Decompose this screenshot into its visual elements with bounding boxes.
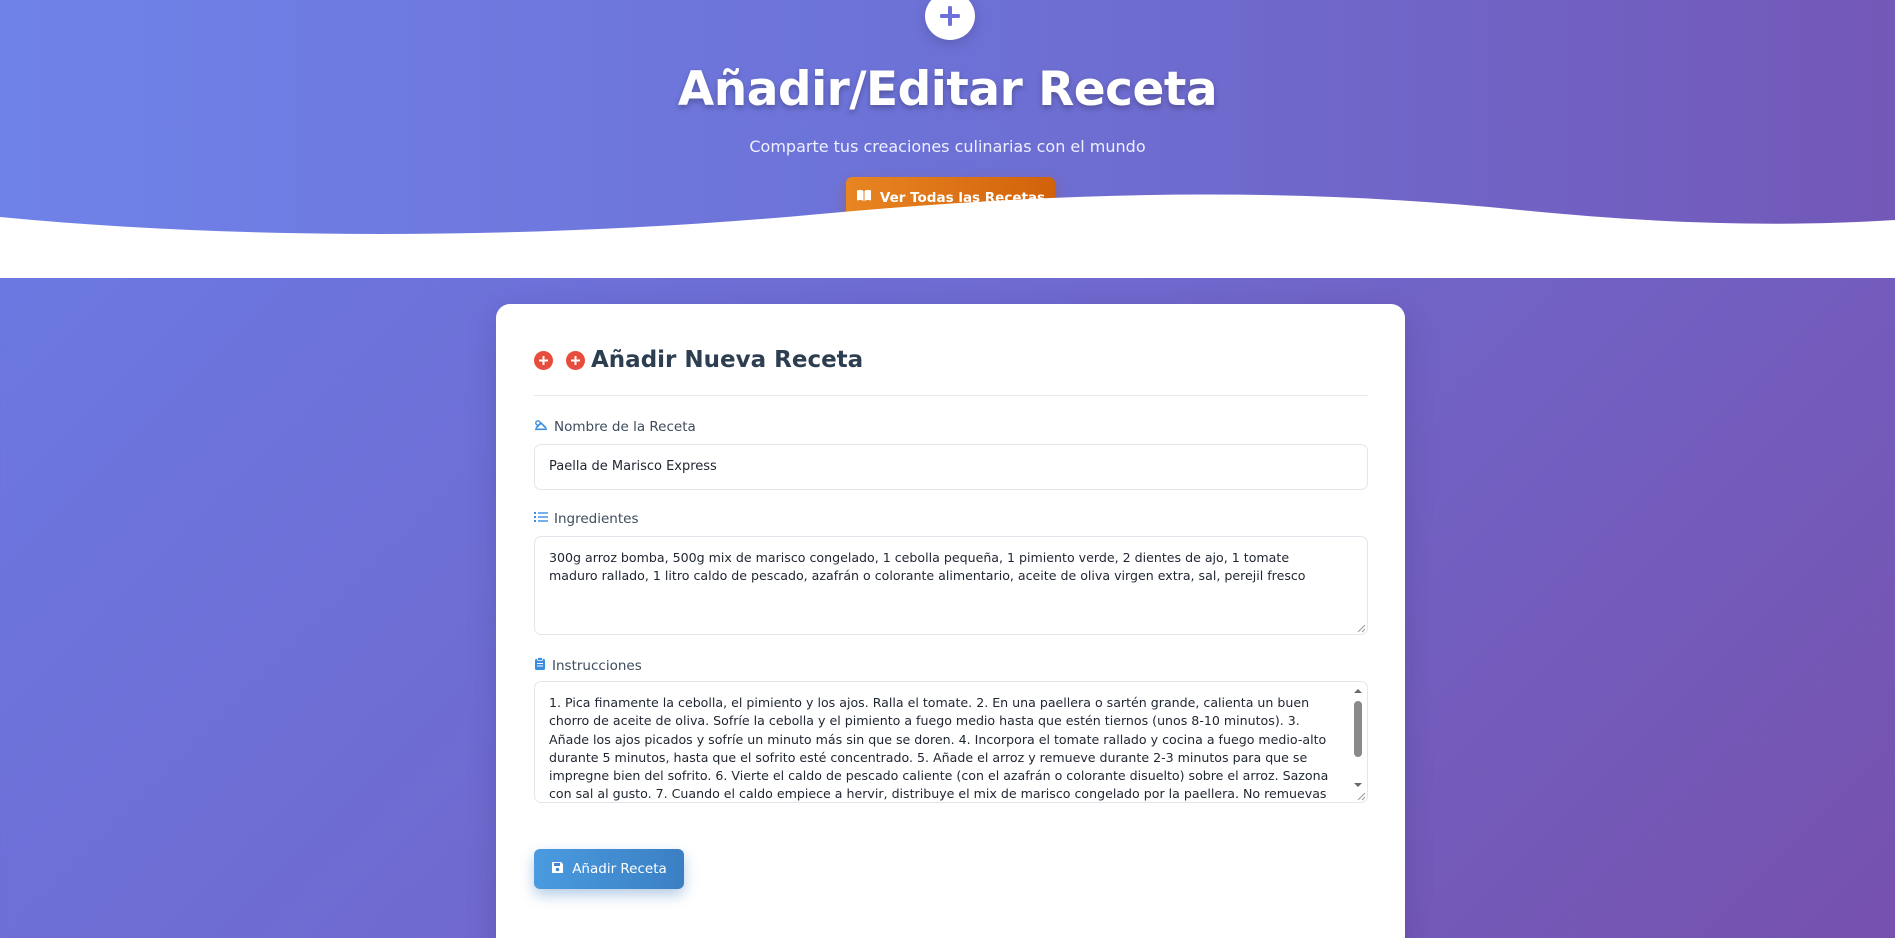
page-subtitle: Comparte tus creaciones culinarias con e… — [749, 137, 1146, 156]
instructions-scrollbar[interactable] — [1351, 684, 1365, 802]
add-recipe-label: Añadir Receta — [572, 861, 667, 877]
instructions-label: Instrucciones — [534, 657, 642, 674]
instructions-label-text: Instrucciones — [552, 657, 642, 674]
plus-icon — [925, 0, 975, 40]
save-icon — [551, 861, 564, 878]
add-recipe-button[interactable]: Añadir Receta — [534, 849, 684, 889]
scrollbar-thumb[interactable] — [1354, 701, 1362, 757]
ingredients-textarea[interactable]: 300g arroz bomba, 500g mix de marisco co… — [534, 536, 1368, 635]
hero-header: Añadir/Editar Receta Comparte tus creaci… — [0, 0, 1895, 278]
plus-circle-icon — [534, 351, 553, 370]
hero-wave-divider — [0, 194, 1895, 278]
resize-handle-icon[interactable] — [1354, 789, 1366, 801]
instructions-value: 1. Pica finamente la cebolla, el pimient… — [549, 695, 1329, 802]
plus-circle-icon — [566, 351, 585, 370]
list-icon — [534, 511, 548, 527]
ingredients-label-text: Ingredientes — [554, 511, 639, 527]
instructions-textarea[interactable]: 1. Pica finamente la cebolla, el pimient… — [534, 681, 1368, 803]
recipe-form-card: Añadir Nueva Receta Nombre de la Receta … — [496, 304, 1405, 938]
chef-icon — [534, 419, 548, 435]
page-title: Añadir/Editar Receta — [677, 62, 1218, 117]
recipe-name-label-text: Nombre de la Receta — [554, 419, 696, 435]
recipe-name-input[interactable]: Paella de Marisco Express — [534, 444, 1368, 490]
ingredients-label: Ingredientes — [534, 511, 638, 527]
form-header: Añadir Nueva Receta — [534, 344, 1368, 396]
ingredients-value: 300g arroz bomba, 500g mix de marisco co… — [549, 550, 1306, 584]
recipe-name-label: Nombre de la Receta — [534, 419, 696, 435]
form-title: Añadir Nueva Receta — [591, 347, 864, 373]
scroll-up-arrow-icon[interactable] — [1351, 686, 1365, 696]
resize-handle-icon[interactable] — [1354, 621, 1366, 633]
recipe-name-value: Paella de Marisco Express — [549, 459, 717, 474]
clipboard-icon — [534, 657, 546, 674]
